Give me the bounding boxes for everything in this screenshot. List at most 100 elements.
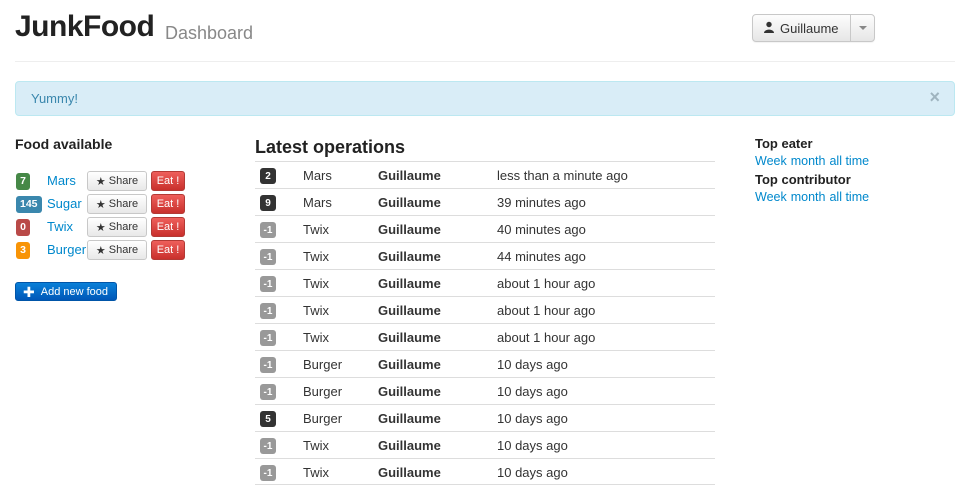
operation-food: Burger xyxy=(303,411,343,426)
period-link-all-time[interactable]: all time xyxy=(829,154,869,168)
food-count-badge: 0 xyxy=(16,218,30,236)
page-subtitle: Dashboard xyxy=(165,23,254,43)
share-button[interactable]: ★ Share xyxy=(87,171,147,191)
user-menu-button[interactable]: Guillaume xyxy=(752,14,875,42)
period-link-month[interactable]: month xyxy=(791,154,826,168)
caret-down-icon xyxy=(858,26,867,30)
operation-food: Mars xyxy=(303,168,332,183)
table-row: 9 Mars Guillaume 39 minutes ago xyxy=(255,188,715,215)
operation-time: 10 days ago xyxy=(497,384,568,399)
period-link-week[interactable]: Week xyxy=(755,154,787,168)
table-row: 5 Burger Guillaume 10 days ago xyxy=(255,404,715,431)
operations-table: 2 Mars Guillaume less than a minute ago 9 Mar… xyxy=(255,161,715,485)
food-available-heading: Food available xyxy=(15,136,113,152)
operation-time: 10 days ago xyxy=(497,411,568,426)
quantity-badge: -1 xyxy=(260,330,276,346)
quantity-badge: -1 xyxy=(260,249,276,265)
close-icon[interactable]: × xyxy=(929,88,940,106)
eat-button[interactable]: Eat ! xyxy=(151,171,185,191)
food-link[interactable]: Mars xyxy=(47,173,76,188)
food-link[interactable]: Burger xyxy=(47,242,86,257)
food-count-badge: 3 xyxy=(16,241,30,259)
food-count-badge: 7 xyxy=(16,172,30,190)
food-item: 145 Sugar ★ Share Eat ! xyxy=(16,193,185,215)
period-link-all-time[interactable]: all time xyxy=(829,190,869,204)
operation-food: Burger xyxy=(303,357,343,372)
operation-food: Twix xyxy=(303,249,329,264)
quantity-badge: -1 xyxy=(260,303,276,319)
quantity-badge: 5 xyxy=(260,411,276,427)
add-new-food-button[interactable]: ✚ Add new food xyxy=(15,282,117,301)
operation-time: 10 days ago xyxy=(497,465,568,480)
operation-user: Guillaume xyxy=(378,330,441,345)
operation-food: Twix xyxy=(303,330,329,345)
alert-message: Yummy! xyxy=(31,91,78,106)
operation-user: Guillaume xyxy=(378,411,441,426)
operation-user: Guillaume xyxy=(378,438,441,453)
operation-user: Guillaume xyxy=(378,168,441,183)
header-divider xyxy=(15,61,955,62)
food-item: 7 Mars ★ Share Eat ! xyxy=(16,170,185,192)
user-button-main[interactable]: Guillaume xyxy=(753,15,850,41)
add-new-food-label: Add new food xyxy=(40,285,109,298)
food-item: 3 Burger ★ Share Eat ! xyxy=(16,239,185,261)
operation-user: Guillaume xyxy=(378,465,441,480)
top-contributor-heading: Top contributor xyxy=(755,172,851,187)
star-icon: ★ xyxy=(95,221,106,234)
latest-operations-heading: Latest operations xyxy=(255,137,406,157)
quantity-badge: 9 xyxy=(260,195,276,211)
quantity-badge: -1 xyxy=(260,357,276,373)
operation-user: Guillaume xyxy=(378,222,441,237)
food-link[interactable]: Sugar xyxy=(47,196,82,211)
operation-time: 10 days ago xyxy=(497,357,568,372)
operation-time: 40 minutes ago xyxy=(497,222,586,237)
operation-food: Burger xyxy=(303,384,343,399)
food-link[interactable]: Twix xyxy=(47,219,73,234)
plus-icon: ✚ xyxy=(23,283,35,300)
share-button[interactable]: ★ Share xyxy=(87,194,147,214)
operation-time: about 1 hour ago xyxy=(497,330,596,345)
quantity-badge: 2 xyxy=(260,168,276,184)
table-row: -1 Twix Guillaume about 1 hour ago xyxy=(255,323,715,350)
info-alert: Yummy! × xyxy=(15,81,955,116)
table-row: -1 Twix Guillaume about 1 hour ago xyxy=(255,296,715,323)
operation-time: less than a minute ago xyxy=(497,168,628,183)
operation-food: Mars xyxy=(303,195,332,210)
operation-user: Guillaume xyxy=(378,357,441,372)
operation-time: about 1 hour ago xyxy=(497,303,596,318)
operation-user: Guillaume xyxy=(378,384,441,399)
table-row: -1 Twix Guillaume 40 minutes ago xyxy=(255,215,715,242)
top-eater-heading: Top eater xyxy=(755,136,813,151)
operation-user: Guillaume xyxy=(378,303,441,318)
table-row: 2 Mars Guillaume less than a minute ago xyxy=(255,161,715,188)
operation-user: Guillaume xyxy=(378,249,441,264)
table-row: -1 Twix Guillaume 10 days ago xyxy=(255,431,715,458)
share-button[interactable]: ★ Share xyxy=(87,240,147,260)
operation-user: Guillaume xyxy=(378,276,441,291)
operation-time: 10 days ago xyxy=(497,438,568,453)
food-item: 0 Twix ★ Share Eat ! xyxy=(16,216,185,238)
quantity-badge: -1 xyxy=(260,465,276,481)
user-dropdown-toggle[interactable] xyxy=(850,15,874,41)
share-button[interactable]: ★ Share xyxy=(87,217,147,237)
top-contributor-periods: Week month all time xyxy=(755,190,869,204)
star-icon: ★ xyxy=(95,175,106,188)
operation-time: about 1 hour ago xyxy=(497,276,596,291)
brand-title: JunkFood xyxy=(15,10,155,43)
eat-button[interactable]: Eat ! xyxy=(151,194,185,214)
quantity-badge: -1 xyxy=(260,384,276,400)
star-icon: ★ xyxy=(95,198,106,211)
quantity-badge: -1 xyxy=(260,276,276,292)
operation-food: Twix xyxy=(303,276,329,291)
eat-button[interactable]: Eat ! xyxy=(151,240,185,260)
quantity-badge: -1 xyxy=(260,222,276,238)
table-row: -1 Twix Guillaume 44 minutes ago xyxy=(255,242,715,269)
star-icon: ★ xyxy=(95,244,106,257)
operation-time: 44 minutes ago xyxy=(497,249,586,264)
period-link-week[interactable]: Week xyxy=(755,190,787,204)
eat-button[interactable]: Eat ! xyxy=(151,217,185,237)
food-count-badge: 145 xyxy=(16,195,42,213)
period-link-month[interactable]: month xyxy=(791,190,826,204)
user-icon xyxy=(763,21,775,36)
operation-food: Twix xyxy=(303,438,329,453)
